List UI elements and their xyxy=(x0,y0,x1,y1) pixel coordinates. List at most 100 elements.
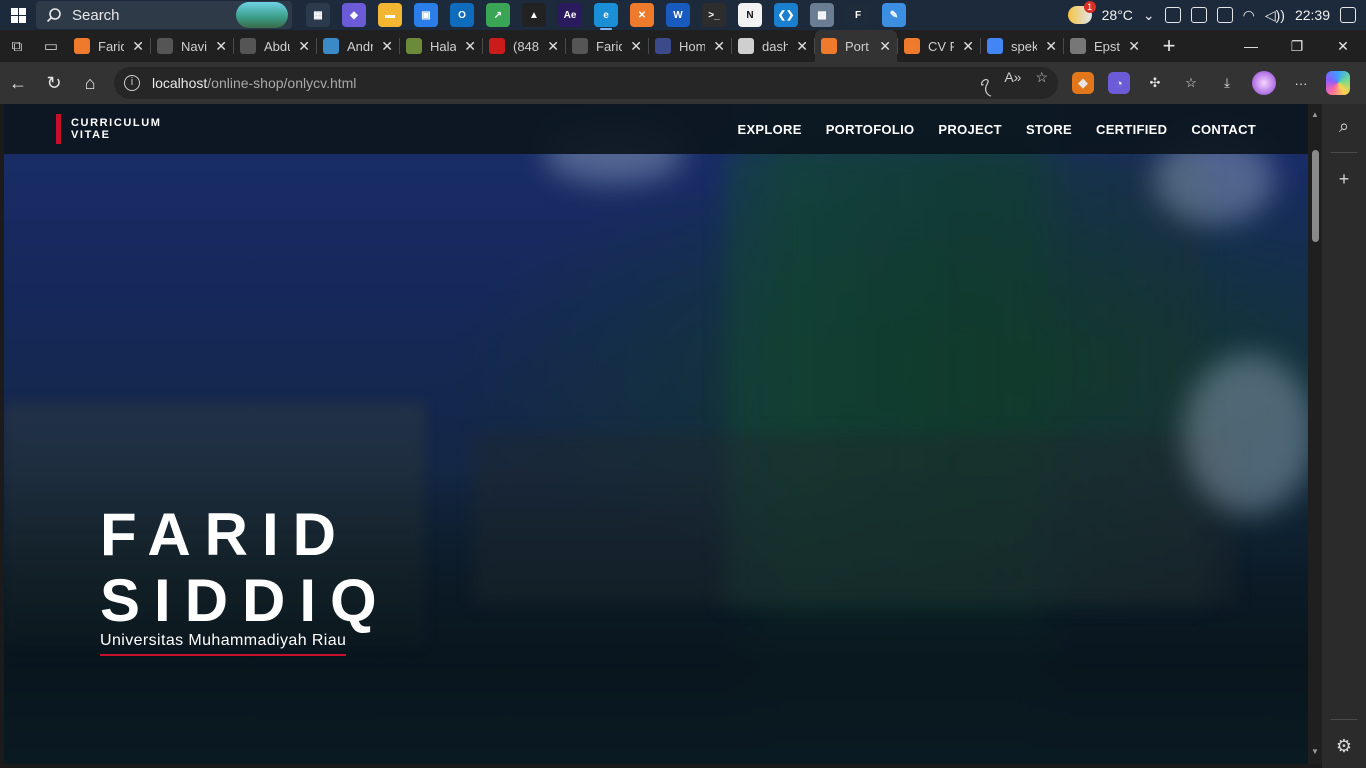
minimize-button[interactable]: — xyxy=(1228,38,1274,55)
close-tab-icon[interactable]: ✕ xyxy=(298,38,310,55)
search-highlight-image xyxy=(236,2,288,28)
tab-title: Farid xyxy=(98,38,124,54)
profile-avatar[interactable] xyxy=(1252,71,1276,95)
notion-icon[interactable]: N xyxy=(738,3,762,27)
file-explorer-icon[interactable]: ▬ xyxy=(378,3,402,27)
nav-link-portofolio[interactable]: PORTOFOLIO xyxy=(826,122,915,137)
favorites-icon[interactable]: ☆ xyxy=(1180,72,1202,94)
close-tab-icon[interactable]: ✕ xyxy=(464,38,476,55)
hero-university: Universitas Muhammadiyah Riau xyxy=(100,632,347,656)
close-window-button[interactable]: ✕ xyxy=(1320,38,1366,55)
browser-tab[interactable]: Hom ✕ xyxy=(649,32,731,60)
workspaces-icon[interactable]: ⧉ xyxy=(0,30,34,62)
outlook-icon[interactable]: O xyxy=(450,3,474,27)
metamask-icon[interactable]: ◆ xyxy=(1072,72,1094,94)
weather-icon[interactable]: 1 xyxy=(1067,1,1096,24)
site-info-icon[interactable]: i xyxy=(124,75,140,91)
sidebar-add-icon[interactable]: + xyxy=(1322,157,1366,201)
browser-tab[interactable]: Halar ✕ xyxy=(400,32,482,60)
vscode-icon[interactable]: ❮❯ xyxy=(774,3,798,27)
scroll-up-arrow[interactable]: ▲ xyxy=(1311,110,1319,119)
stats-app-icon[interactable]: ↗ xyxy=(486,3,510,27)
xampp-icon[interactable]: ✕ xyxy=(630,3,654,27)
camera-icon[interactable] xyxy=(1164,7,1181,23)
browser-tab[interactable]: Farid ✕ xyxy=(566,32,648,60)
site-brand[interactable]: CURRICULUM VITAE xyxy=(56,114,162,144)
battery-icon[interactable] xyxy=(1216,7,1233,23)
after-effects-icon[interactable]: Ae xyxy=(558,3,582,27)
sidebar-settings-icon[interactable]: ⚙ xyxy=(1322,724,1366,768)
nav-link-project[interactable]: PROJECT xyxy=(938,122,1002,137)
brand-line-2: VITAE xyxy=(71,129,111,141)
fox-icon[interactable]: F xyxy=(846,3,870,27)
notifications-icon[interactable] xyxy=(1340,7,1356,23)
refresh-button[interactable]: ↻ xyxy=(36,65,72,101)
browser-tab[interactable]: Andr ✕ xyxy=(317,32,399,60)
tab-title: (848 xyxy=(513,38,539,54)
translate-icon[interactable]: ꪖ xyxy=(979,69,990,98)
browser-tab[interactable]: (848 ✕ xyxy=(483,32,565,60)
browser-tab[interactable]: Epst ✕ xyxy=(1064,32,1146,60)
downloads-icon[interactable]: ⤓ xyxy=(1216,72,1238,94)
wifi-icon[interactable]: ◠ xyxy=(1243,7,1255,24)
tab-actions-icon[interactable]: ▭ xyxy=(34,30,68,62)
nav-link-contact[interactable]: CONTACT xyxy=(1191,122,1256,137)
browser-tab[interactable]: Navi ✕ xyxy=(151,32,233,60)
copilot-app-icon[interactable]: ◆ xyxy=(342,3,366,27)
browser-tab[interactable]: Port ✕ xyxy=(815,30,897,62)
close-tab-icon[interactable]: ✕ xyxy=(381,38,393,55)
back-button[interactable]: ← xyxy=(0,65,36,101)
close-tab-icon[interactable]: ✕ xyxy=(547,38,559,55)
ghost-extension-icon[interactable]: ◔ xyxy=(1108,72,1130,94)
nav-link-explore[interactable]: EXPLORE xyxy=(737,122,801,137)
recording-icon[interactable] xyxy=(1190,7,1207,23)
browser-tab[interactable]: Farid ✕ xyxy=(68,32,150,60)
edge-icon[interactable]: e xyxy=(594,3,618,30)
paint-icon[interactable]: ✎ xyxy=(882,3,906,27)
chevron-up-icon[interactable]: ⌄ xyxy=(1143,7,1155,24)
volume-icon[interactable]: ◁)) xyxy=(1265,7,1285,24)
browser-tab[interactable]: dash ✕ xyxy=(732,32,814,60)
sidebar-search-icon[interactable]: ⌕ xyxy=(1322,104,1366,148)
widgets-icon[interactable]: ▦ xyxy=(306,3,330,27)
temperature[interactable]: 28°C xyxy=(1102,7,1133,23)
close-tab-icon[interactable]: ✕ xyxy=(1128,38,1140,55)
url-text[interactable]: localhost/online-shop/onlycv.html xyxy=(152,75,356,91)
photos-icon[interactable]: ▩ xyxy=(810,3,834,27)
copilot-icon[interactable] xyxy=(1326,71,1350,95)
nav-link-certified[interactable]: CERTIFIED xyxy=(1096,122,1167,137)
close-tab-icon[interactable]: ✕ xyxy=(215,38,227,55)
close-tab-icon[interactable]: ✕ xyxy=(796,38,808,55)
word-icon[interactable]: W xyxy=(666,3,690,27)
tab-title: Port xyxy=(845,38,869,54)
close-tab-icon[interactable]: ✕ xyxy=(630,38,642,55)
taskbar-search[interactable]: Search xyxy=(36,1,292,29)
more-menu-icon[interactable]: ··· xyxy=(1290,72,1312,94)
close-tab-icon[interactable]: ✕ xyxy=(1045,38,1057,55)
browser-tab[interactable]: Abdu ✕ xyxy=(234,32,316,60)
scroll-down-arrow[interactable]: ▼ xyxy=(1311,747,1319,756)
nav-link-store[interactable]: STORE xyxy=(1026,122,1072,137)
favorite-star-icon[interactable]: ☆ xyxy=(1035,69,1048,98)
clock[interactable]: 22:39 xyxy=(1295,7,1330,23)
close-tab-icon[interactable]: ✕ xyxy=(879,38,891,55)
linux-icon[interactable]: ▲ xyxy=(522,3,546,27)
hero-name: FARID SIDDIQ xyxy=(100,502,391,634)
browser-tab[interactable]: spek ✕ xyxy=(981,32,1063,60)
tab-favicon-icon xyxy=(240,38,256,54)
maximize-button[interactable]: ❐ xyxy=(1274,38,1320,55)
close-tab-icon[interactable]: ✕ xyxy=(713,38,725,55)
browser-tab[interactable]: CV F ✕ xyxy=(898,32,980,60)
new-tab-button[interactable]: + xyxy=(1152,33,1186,59)
close-tab-icon[interactable]: ✕ xyxy=(962,38,974,55)
address-bar[interactable]: i localhost/online-shop/onlycv.html ꪖ A»… xyxy=(114,67,1058,99)
close-tab-icon[interactable]: ✕ xyxy=(132,38,144,55)
start-button[interactable] xyxy=(0,0,36,30)
page-scrollbar[interactable]: ▲ ▼ xyxy=(1308,104,1322,764)
scrollbar-thumb[interactable] xyxy=(1312,150,1319,242)
extensions-icon[interactable]: ✣ xyxy=(1144,72,1166,94)
terminal-icon[interactable]: >_ xyxy=(702,3,726,27)
read-aloud-icon[interactable]: A» xyxy=(1004,69,1021,98)
store-icon[interactable]: ▣ xyxy=(414,3,438,27)
home-button[interactable]: ⌂ xyxy=(72,65,108,101)
